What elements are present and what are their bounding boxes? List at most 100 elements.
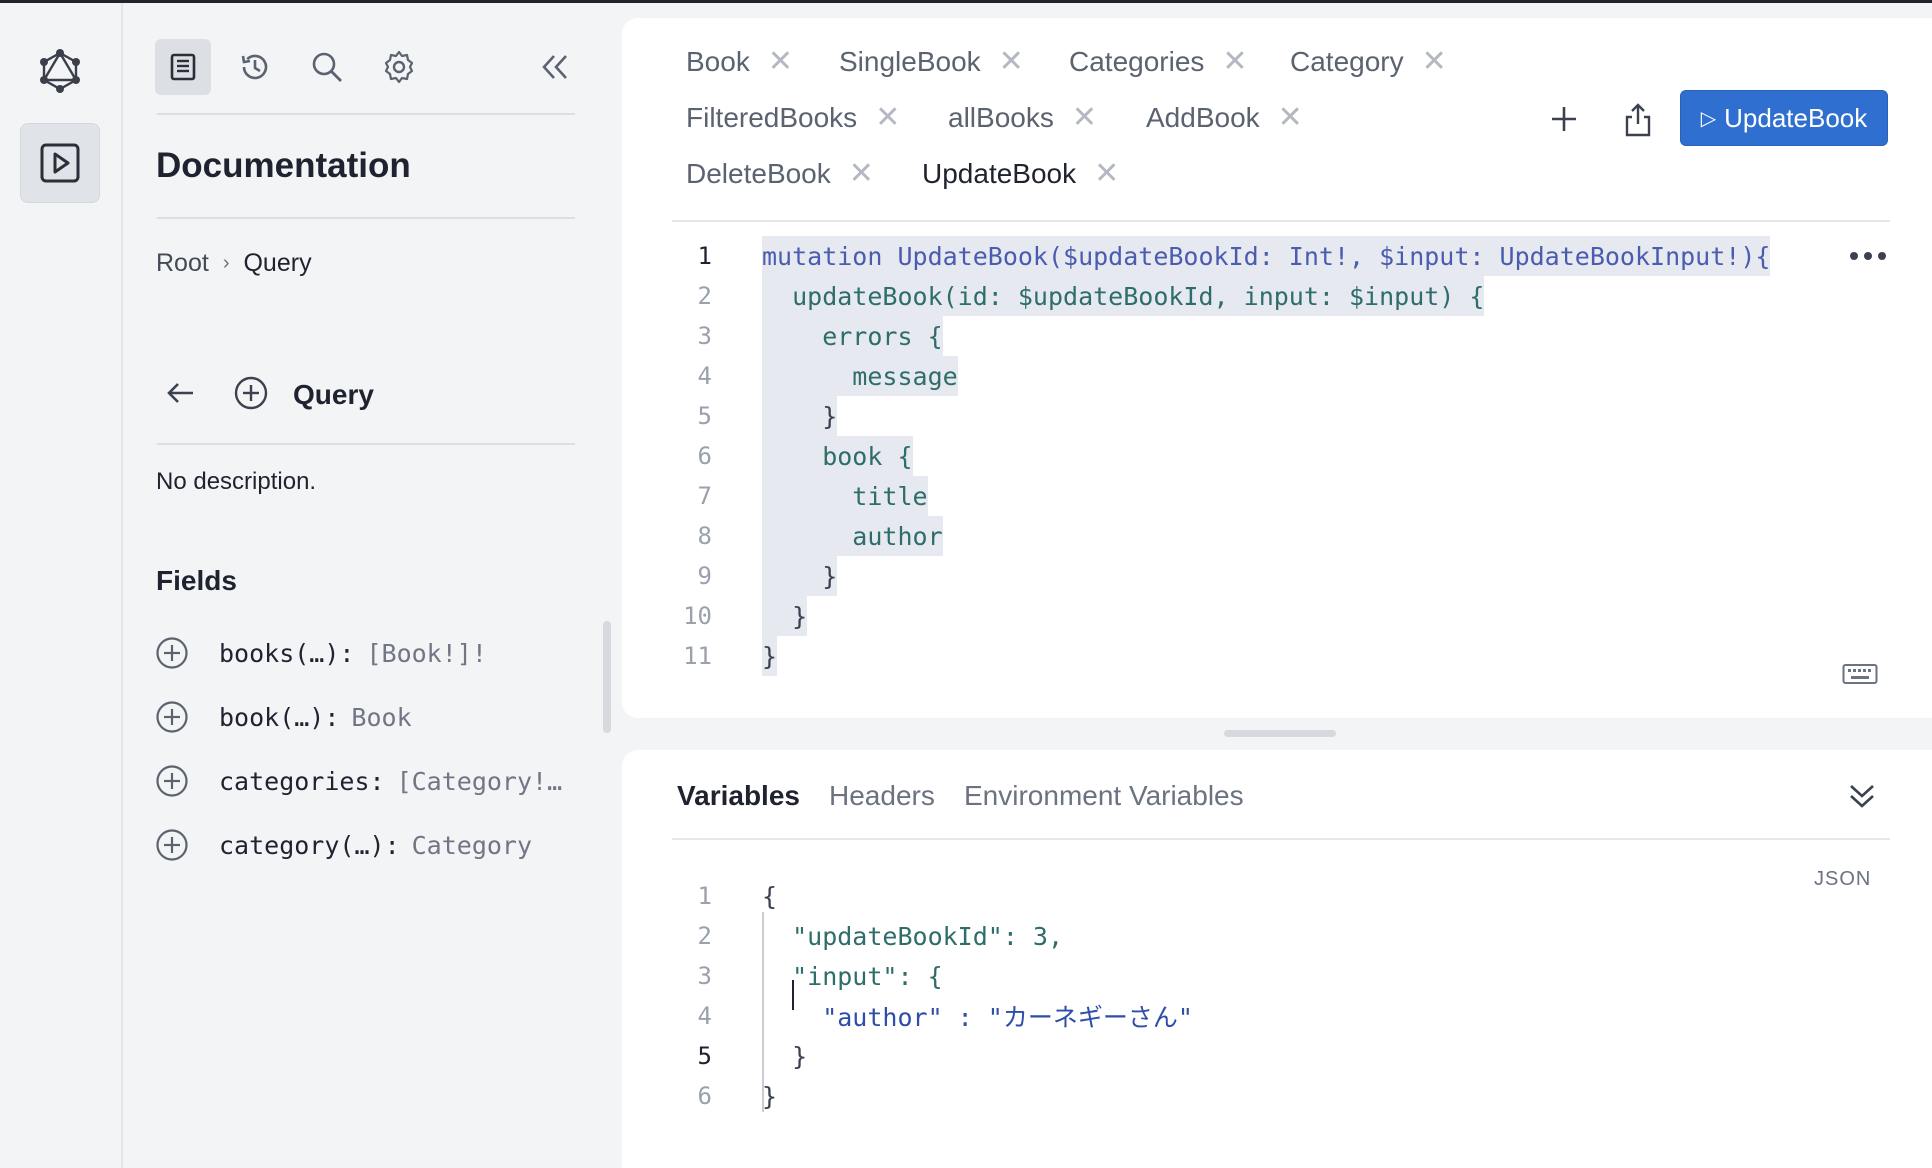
tab-updatebook[interactable]: UpdateBook ✕	[922, 154, 1119, 194]
tab-environment-variables[interactable]: Environment Variables	[964, 776, 1244, 816]
collapse-double-chevron-icon[interactable]	[527, 39, 583, 95]
run-query-button[interactable]: ▷ UpdateBook	[1680, 90, 1888, 146]
section-title: Query	[293, 379, 374, 410]
tab-variables[interactable]: Variables	[677, 776, 800, 816]
code-text[interactable]: }	[762, 556, 838, 596]
close-icon[interactable]: ✕	[875, 103, 900, 133]
add-circle-icon[interactable]	[155, 764, 189, 798]
tab-label[interactable]: AddBook	[1146, 102, 1260, 134]
close-icon[interactable]: ✕	[1422, 47, 1447, 77]
field-item[interactable]: book(…): Book	[155, 697, 595, 737]
field-name[interactable]: category(…):	[219, 831, 400, 860]
back-arrow-icon[interactable]	[165, 377, 197, 414]
code-line: 3 errors {	[672, 316, 1890, 356]
code-text[interactable]: updateBook(id: $updateBookId, input: $in…	[762, 276, 1485, 316]
code-text[interactable]: message	[762, 356, 958, 396]
documentation-panel: Documentation Root › Query Query No desc…	[125, 3, 620, 1168]
field-type[interactable]: [Category!…	[397, 767, 563, 796]
tab-allbooks[interactable]: allBooks ✕	[948, 98, 1097, 138]
code-text[interactable]: book {	[762, 436, 913, 476]
close-icon[interactable]: ✕	[1222, 47, 1247, 77]
field-item[interactable]: books(…): [Book!]!	[155, 633, 595, 673]
field-item[interactable]: categories: [Category!…	[155, 761, 595, 801]
tab-deletebook[interactable]: DeleteBook ✕	[686, 154, 874, 194]
tab-category[interactable]: Category ✕	[1290, 42, 1447, 82]
tab-label[interactable]: SingleBook	[839, 46, 981, 78]
close-icon[interactable]: ✕	[768, 47, 793, 77]
field-type[interactable]: Book	[351, 703, 411, 732]
add-circle-icon[interactable]	[155, 636, 189, 670]
line-number: 6	[697, 442, 712, 470]
panel-resize-handle[interactable]	[1224, 730, 1336, 737]
code-text[interactable]: }	[762, 396, 838, 436]
field-name[interactable]: book(…):	[219, 703, 339, 732]
code-text[interactable]: errors {	[762, 316, 943, 356]
tab-label[interactable]: DeleteBook	[686, 158, 831, 190]
add-circle-icon[interactable]	[155, 700, 189, 734]
settings-icon[interactable]	[371, 39, 427, 95]
line-number: 6	[697, 1082, 712, 1110]
line-number: 1	[697, 882, 712, 910]
search-icon[interactable]	[299, 39, 355, 95]
line-number: 5	[697, 402, 712, 430]
code-text[interactable]: }	[762, 596, 808, 636]
tab-headers[interactable]: Headers	[829, 776, 935, 816]
tab-label[interactable]: Book	[686, 46, 750, 78]
keyboard-icon[interactable]	[1842, 662, 1878, 686]
close-icon[interactable]: ✕	[1278, 103, 1303, 133]
code-text[interactable]: mutation UpdateBook($updateBookId: Int!,…	[762, 236, 1771, 276]
add-circle-icon[interactable]	[233, 375, 269, 416]
plus-icon[interactable]	[1540, 95, 1588, 143]
close-icon[interactable]: ✕	[1072, 103, 1097, 133]
code-text[interactable]: title	[762, 476, 928, 516]
field-type[interactable]: [Book!]!	[366, 639, 486, 668]
code-line: 6 book {	[672, 436, 1890, 476]
graphql-logo-icon[interactable]	[32, 43, 88, 99]
tab-label[interactable]: Category	[1290, 46, 1404, 78]
tab-singlebook[interactable]: SingleBook ✕	[839, 42, 1024, 82]
section-header: Query	[165, 373, 374, 417]
share-icon[interactable]	[1614, 94, 1662, 146]
code-text[interactable]: author	[762, 516, 943, 556]
divider	[157, 443, 575, 445]
close-icon[interactable]: ✕	[999, 47, 1024, 77]
tab-filteredbooks[interactable]: FilteredBooks ✕	[686, 98, 900, 138]
chevron-double-down-icon[interactable]	[1842, 776, 1882, 816]
docs-icon[interactable]	[155, 39, 211, 95]
code-text[interactable]: "input": {	[762, 956, 943, 996]
tab-addbook[interactable]: AddBook ✕	[1146, 98, 1303, 138]
query-editor[interactable]: 1 mutation UpdateBook($updateBookId: Int…	[672, 236, 1890, 676]
tab-label[interactable]: allBooks	[948, 102, 1054, 134]
code-line: 6 }	[672, 1076, 1890, 1116]
breadcrumb-separator: ›	[222, 252, 230, 274]
field-name[interactable]: books(…):	[219, 639, 354, 668]
tab-categories[interactable]: Categories ✕	[1069, 42, 1248, 82]
tab-label[interactable]: Categories	[1069, 46, 1204, 78]
field-name[interactable]: categories:	[219, 767, 385, 796]
field-type[interactable]: Category	[412, 831, 532, 860]
code-text[interactable]: }	[762, 1076, 777, 1116]
docs-scrollbar[interactable]	[603, 621, 611, 733]
add-circle-icon[interactable]	[155, 828, 189, 862]
close-icon[interactable]: ✕	[849, 159, 874, 189]
code-line: 2 updateBook(id: $updateBookId, input: $…	[672, 276, 1890, 316]
field-item[interactable]: category(…): Category	[155, 825, 595, 865]
code-text[interactable]: }	[762, 1036, 807, 1076]
line-number: 8	[697, 522, 712, 550]
history-icon[interactable]	[227, 39, 283, 95]
more-horizontal-icon[interactable]	[1846, 240, 1890, 272]
tab-label[interactable]: FilteredBooks	[686, 102, 857, 134]
tab-book[interactable]: Book ✕	[686, 42, 793, 82]
variables-editor[interactable]: 1 { 2 "updateBookId": 3, 3 "input": { 4 …	[672, 856, 1822, 1156]
code-line: 3 "input": {	[672, 956, 1890, 996]
docs-toolbar	[155, 39, 585, 99]
code-text[interactable]: {	[762, 876, 777, 916]
breadcrumb-root[interactable]: Root	[156, 249, 209, 278]
play-square-icon[interactable]	[20, 123, 100, 203]
close-icon[interactable]: ✕	[1094, 159, 1119, 189]
tab-label[interactable]: UpdateBook	[922, 158, 1076, 190]
code-text[interactable]: "author" : "カーネギーさん"	[762, 996, 1193, 1036]
code-text[interactable]: "updateBookId": 3,	[762, 916, 1063, 956]
divider	[672, 220, 1890, 222]
code-text[interactable]: }	[762, 636, 778, 676]
